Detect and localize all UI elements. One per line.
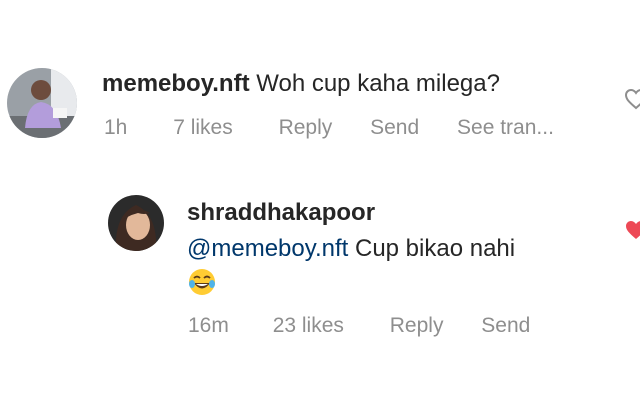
- reply-username-line: shraddhakapoor: [187, 198, 375, 228]
- reply-send-button[interactable]: Send: [481, 313, 530, 339]
- comment-username[interactable]: memeboy.nft: [102, 70, 250, 97]
- comment-likes-count[interactable]: 7 likes: [173, 115, 233, 141]
- reply-avatar[interactable]: [108, 195, 164, 251]
- comment-body: memeboy.nft Woh cup kaha milega?: [102, 69, 500, 99]
- comment-see-translation-link[interactable]: See tran...: [457, 115, 554, 141]
- comment-timestamp: 1h: [104, 116, 128, 139]
- comment-text: Woh cup kaha milega?: [256, 70, 500, 97]
- reply-actions: 16m 23 likes Reply Send: [188, 313, 530, 339]
- reply-text: Cup bikao nahi: [354, 235, 516, 262]
- face-with-tears-of-joy-icon: [189, 269, 215, 295]
- comment-actions: 1h 7 likes Reply Send See tran...: [104, 115, 554, 141]
- heart-filled-icon[interactable]: [624, 219, 640, 241]
- reply-mention[interactable]: @memeboy.nft: [187, 235, 348, 262]
- comment-send-button[interactable]: Send: [370, 115, 419, 141]
- comment-reply-button[interactable]: Reply: [279, 115, 333, 141]
- commenter-avatar[interactable]: [7, 68, 77, 138]
- reply-body: @memeboy.nft Cup bikao nahi: [187, 234, 515, 264]
- reply-reply-button[interactable]: Reply: [390, 313, 444, 339]
- heart-outline-icon[interactable]: [624, 88, 640, 110]
- reply-timestamp: 16m: [188, 314, 229, 337]
- reply-likes-count[interactable]: 23 likes: [273, 313, 344, 339]
- reply-username[interactable]: shraddhakapoor: [187, 199, 375, 226]
